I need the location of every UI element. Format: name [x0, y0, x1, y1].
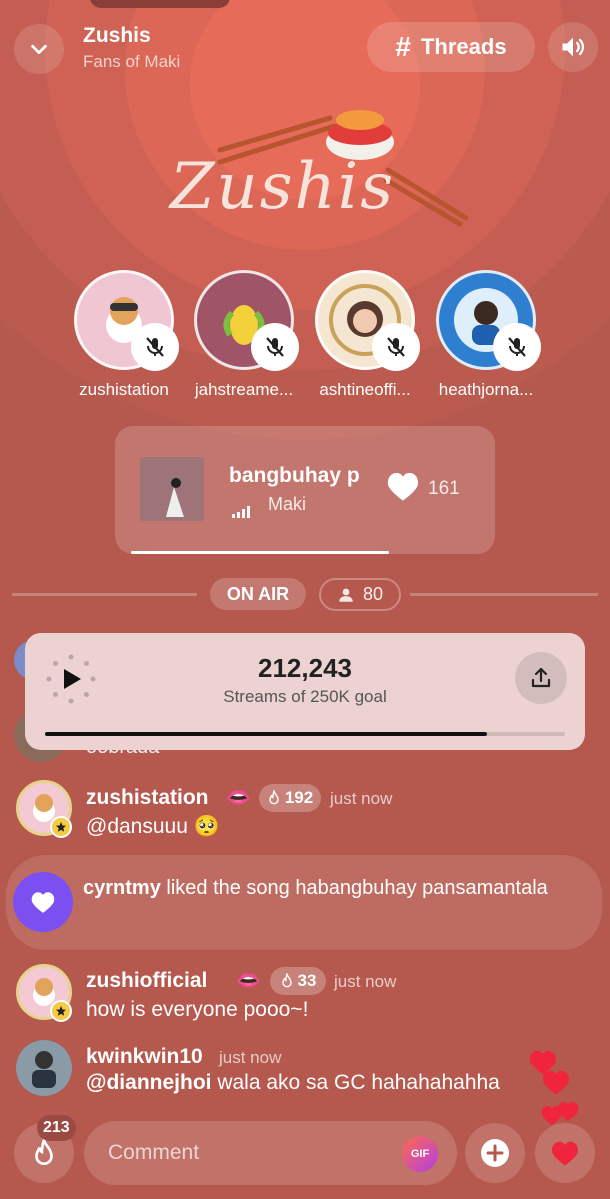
heart-icon [13, 872, 73, 932]
speaker-zushistation[interactable]: zushistation [65, 270, 183, 400]
threads-label: Threads [420, 34, 507, 59]
song-progress-bar [131, 551, 390, 554]
person-icon [339, 588, 353, 602]
chat-text-body: wala ako sa GC hahahahahha [217, 1071, 500, 1094]
send-heart-button[interactable] [535, 1123, 595, 1183]
chat-text: @dansuuu 🥺 [86, 815, 220, 838]
star-badge-icon [50, 1000, 72, 1022]
star-badge-icon [50, 816, 72, 838]
streams-progress-fill [45, 732, 487, 736]
logo-text: Zushis [170, 150, 396, 224]
like-event-banner: cyrntmy liked the song habangbuhay pansa… [6, 855, 602, 950]
chat-time: just now [334, 972, 397, 991]
divider-right [410, 593, 598, 596]
lips-emoji-icon: 👄 [226, 787, 251, 809]
floating-heart-icon [543, 1070, 569, 1095]
fire-icon [35, 1138, 53, 1165]
chat-text: @diannejhoi wala ako sa GC hahahahahha [86, 1071, 500, 1095]
speaker-heathjornales[interactable]: heathjorna... [427, 270, 545, 400]
like-event-action: liked the song habangbuhay pansamantala [166, 877, 548, 899]
comment-placeholder: Comment [108, 1141, 200, 1164]
fire-icon [269, 790, 279, 805]
speaker-name: zushistation [79, 380, 169, 399]
gif-button[interactable]: GIF [402, 1136, 438, 1172]
streams-progress-track [45, 732, 565, 736]
like-event-user[interactable]: cyrntmy [83, 877, 161, 899]
avatar [194, 270, 299, 371]
chevron-down-icon [31, 44, 47, 55]
room-subtitle: Fans of Maki [83, 52, 181, 71]
on-air-badge: ON AIR [210, 578, 306, 610]
avatar [315, 270, 420, 371]
avatar[interactable] [16, 1040, 72, 1096]
lips-emoji-icon: 👄 [236, 970, 261, 992]
status-bar-pill [90, 0, 230, 8]
like-event-text: cyrntmy liked the song habangbuhay pansa… [83, 874, 563, 903]
add-button[interactable] [465, 1123, 525, 1183]
mic-off-icon [493, 323, 541, 371]
listener-count-button[interactable]: 80 [319, 578, 401, 611]
fire-count-pill: 192 [259, 784, 321, 812]
song-artist: Maki [268, 494, 307, 514]
mic-off-icon [372, 323, 420, 371]
chat-time: just now [219, 1048, 282, 1067]
song-like-count: 161 [428, 478, 460, 499]
streams-goal-card: 212,243 Streams of 250K goal [25, 633, 585, 750]
chat-time: just now [330, 789, 393, 808]
floating-heart-icon [557, 1102, 579, 1121]
room-title: Zushis [83, 24, 151, 47]
fire-count-badge: 213 [37, 1115, 76, 1141]
song-title: bangbuhay p [229, 464, 360, 487]
avatar [436, 270, 541, 371]
sound-button[interactable] [548, 22, 598, 72]
heart-icon [387, 472, 419, 501]
share-button[interactable] [515, 652, 567, 704]
chat-username[interactable]: zushistation [86, 786, 209, 810]
speaker-jahstreame[interactable]: jahstreame... [185, 270, 303, 400]
chat-mention[interactable]: @diannejhoi [86, 1071, 211, 1094]
streams-count: 212,243 [258, 653, 352, 683]
fire-icon [281, 973, 292, 988]
album-art [140, 457, 204, 521]
plus-icon [481, 1139, 509, 1167]
chat-text: how is everyone pooo~! [86, 998, 309, 1021]
listener-count: 80 [362, 584, 384, 604]
like-song-button[interactable] [385, 470, 421, 507]
speaker-name: jahstreame... [194, 380, 294, 399]
chat-username[interactable]: zushiofficial [86, 969, 207, 993]
streams-goal-text: Streams of 250K goal [223, 687, 387, 706]
fire-count: 192 [284, 788, 314, 807]
avatar [74, 270, 179, 371]
share-icon [531, 667, 551, 688]
fire-count-pill: 33 [270, 967, 326, 995]
hash-icon: # [395, 31, 411, 62]
speaker-ashtineofficial[interactable]: ashtineoffi... [306, 270, 424, 400]
back-button[interactable] [14, 24, 64, 74]
speaker-name: heathjorna... [438, 380, 534, 399]
fire-count: 33 [297, 971, 317, 990]
equalizer-icon [232, 506, 250, 518]
heart-icon [552, 1141, 578, 1166]
chat-username[interactable]: kwinkwin10 [86, 1045, 203, 1069]
now-playing-card[interactable]: bangbuhay p Maki 161 [115, 426, 495, 554]
speaker-name: ashtineoffi... [319, 380, 411, 399]
room-logo: Zushis [160, 100, 470, 230]
mic-off-icon [251, 323, 299, 371]
speaker-icon [562, 37, 585, 57]
mic-off-icon [131, 323, 179, 371]
threads-button[interactable]: # Threads [367, 22, 535, 72]
divider-left [12, 593, 197, 596]
